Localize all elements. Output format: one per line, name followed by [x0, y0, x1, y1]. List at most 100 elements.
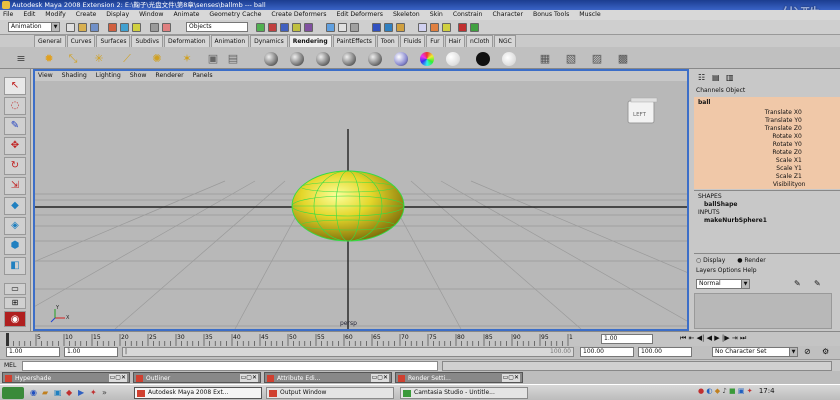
phong-material-icon[interactable] — [316, 52, 330, 66]
menu-geometry-cache[interactable]: Geometry Cache — [209, 11, 261, 18]
tray-recorder-icon[interactable]: ■ — [729, 387, 736, 395]
attribute-editor-toggle-icon[interactable]: ▤ — [712, 73, 720, 82]
minimized-window[interactable]: Hypershade ▭▢✕ — [2, 372, 130, 383]
time-ruler[interactable]: 5 10 15 20 25 30 35 40 45 50 55 60 65 70 75 80 85 90 95 1 — [0, 332, 600, 347]
taskbar-clock[interactable]: 17:4 — [759, 387, 775, 395]
animation-end-field[interactable]: 100.00 — [638, 347, 692, 357]
channel-name[interactable]: Translate Z — [765, 125, 798, 133]
menu-skeleton[interactable]: Skeleton — [393, 11, 420, 18]
channel-name[interactable]: Translate X — [765, 109, 798, 117]
pick-mask-icon[interactable] — [162, 23, 171, 32]
tray-volume-icon[interactable]: ♪ — [722, 387, 726, 395]
channel-value[interactable]: on — [798, 181, 805, 189]
channel-name[interactable]: Rotate Y — [773, 141, 798, 149]
shelf-tab-animation[interactable]: Animation — [210, 35, 250, 47]
hypershade-icon[interactable]: ▧ — [564, 52, 578, 65]
tray-app-icon[interactable]: ● — [698, 387, 704, 395]
new-layer-selected-icon[interactable]: ✎ — [814, 279, 821, 288]
mask-icon[interactable] — [150, 23, 159, 32]
step-back-key-icon[interactable]: ◀| — [697, 334, 705, 342]
view-cube[interactable]: LEFT — [627, 97, 658, 124]
menu-edit-deformers[interactable]: Edit Deformers — [336, 11, 383, 18]
shelf-tab-fur[interactable]: Fur — [426, 35, 444, 47]
go-to-start-icon[interactable]: ⏮ — [680, 334, 686, 342]
play-forwards-icon[interactable]: ▶ — [714, 334, 719, 342]
tray-misc-icon[interactable]: ✦ — [747, 387, 753, 395]
quick-launch-ie-icon[interactable]: ◉ — [30, 388, 37, 397]
options-menu[interactable]: Options — [718, 267, 741, 274]
current-time-marker[interactable] — [6, 333, 9, 346]
channel-name[interactable]: Scale Z — [776, 173, 798, 181]
input-node-name[interactable]: makeNurbSphere1 — [704, 217, 767, 224]
window-controls-icon[interactable]: ▭▢✕ — [239, 374, 258, 382]
render-current-frame-icon[interactable] — [372, 23, 381, 32]
camera-icon[interactable]: ▣ — [206, 52, 220, 65]
quick-launch-app-icon[interactable]: ◆ — [66, 388, 72, 397]
snap-view-plane-icon[interactable] — [292, 23, 301, 32]
make-live-icon[interactable] — [304, 23, 313, 32]
layout-shortcut-icon[interactable]: ◉ — [4, 311, 26, 327]
menu-animate[interactable]: Animate — [173, 11, 199, 18]
step-forward-frame-icon[interactable]: ⇥ — [732, 334, 738, 342]
open-scene-icon[interactable] — [78, 23, 87, 32]
tray-security-icon[interactable]: ◆ — [715, 387, 720, 395]
tray-network-icon[interactable]: ◐ — [706, 387, 712, 395]
input-output-icon[interactable] — [338, 23, 347, 32]
layer-mode-dropdown[interactable]: Normal ▼ — [696, 279, 750, 289]
layer-list[interactable] — [694, 293, 832, 329]
range-bar[interactable]: | 100.00 — [122, 347, 574, 357]
snap-point-icon[interactable] — [280, 23, 289, 32]
range-start-handle[interactable]: | — [125, 348, 127, 356]
channel-name[interactable]: Rotate X — [772, 133, 798, 141]
camera-aim-icon[interactable]: ▤ — [226, 52, 240, 65]
save-scene-icon[interactable] — [90, 23, 99, 32]
paint-select-tool-icon[interactable]: ✎ — [4, 117, 26, 135]
scale-tool-icon[interactable]: ⇲ — [4, 177, 26, 195]
area-light-icon[interactable]: ✺ — [150, 52, 164, 65]
channel-name[interactable]: Scale Y — [776, 165, 798, 173]
viewport-menu-lighting[interactable]: Lighting — [96, 72, 121, 79]
render-globals-icon[interactable]: ▨ — [590, 52, 604, 65]
ball-sphere[interactable] — [291, 170, 405, 242]
menu-constrain[interactable]: Constrain — [453, 11, 483, 18]
ramp-shader-icon[interactable] — [420, 52, 434, 66]
shelf-menu-icon[interactable]: ≡ — [14, 52, 28, 65]
new-scene-icon[interactable] — [66, 23, 75, 32]
mel-command-input[interactable] — [22, 361, 438, 371]
soft-modification-icon[interactable]: ◈ — [4, 217, 26, 235]
menu-file[interactable]: File — [3, 11, 13, 18]
single-pane-layout-icon[interactable]: ▭ — [4, 283, 26, 295]
shape-node-name[interactable]: ballShape — [704, 201, 737, 208]
viewport-menu-panels[interactable]: Panels — [193, 72, 213, 79]
tool-settings-icon[interactable] — [430, 23, 439, 32]
menu-set-dropdown[interactable]: Animation ▼ — [8, 22, 60, 32]
surface-shader-icon[interactable] — [446, 52, 460, 66]
step-forward-key-icon[interactable]: |▶ — [722, 334, 730, 342]
select-tool-icon[interactable]: ↖ — [4, 77, 26, 95]
quick-launch-media-icon[interactable]: ▶ — [78, 388, 84, 397]
menu-display[interactable]: Display — [106, 11, 129, 18]
menu-create[interactable]: Create — [76, 11, 97, 18]
use-background-icon[interactable] — [476, 52, 490, 66]
select-hierarchy-icon[interactable] — [108, 23, 117, 32]
shelf-tab-rendering[interactable]: Rendering — [288, 35, 332, 47]
channel-name[interactable]: Scale X — [776, 157, 798, 165]
window-controls-icon[interactable]: ▭▢✕ — [370, 374, 389, 382]
channel-value[interactable]: 0 — [798, 125, 802, 133]
shelf-tab-general[interactable]: General — [34, 35, 66, 47]
select-component-icon[interactable] — [132, 23, 141, 32]
shelf-tab-deformation[interactable]: Deformation — [164, 35, 210, 47]
blinn-material-icon[interactable] — [290, 52, 304, 66]
channel-box-icon[interactable] — [442, 23, 451, 32]
attribute-editor-icon[interactable] — [418, 23, 427, 32]
animation-start-field[interactable]: 1.00 — [6, 347, 60, 357]
step-back-frame-icon[interactable]: ⇤ — [689, 334, 695, 342]
viewport-menu-view[interactable]: View — [38, 72, 53, 79]
translate-field-icon[interactable] — [470, 23, 479, 32]
phonge-material-icon[interactable] — [342, 52, 356, 66]
point-light-icon[interactable]: ✳ — [92, 52, 106, 65]
spot-light-icon[interactable]: ⟋ — [120, 52, 134, 65]
ipr-render-icon[interactable] — [384, 23, 393, 32]
volume-light-icon[interactable]: ✶ — [180, 52, 194, 65]
directional-light-icon[interactable]: ⤡ — [66, 52, 80, 65]
